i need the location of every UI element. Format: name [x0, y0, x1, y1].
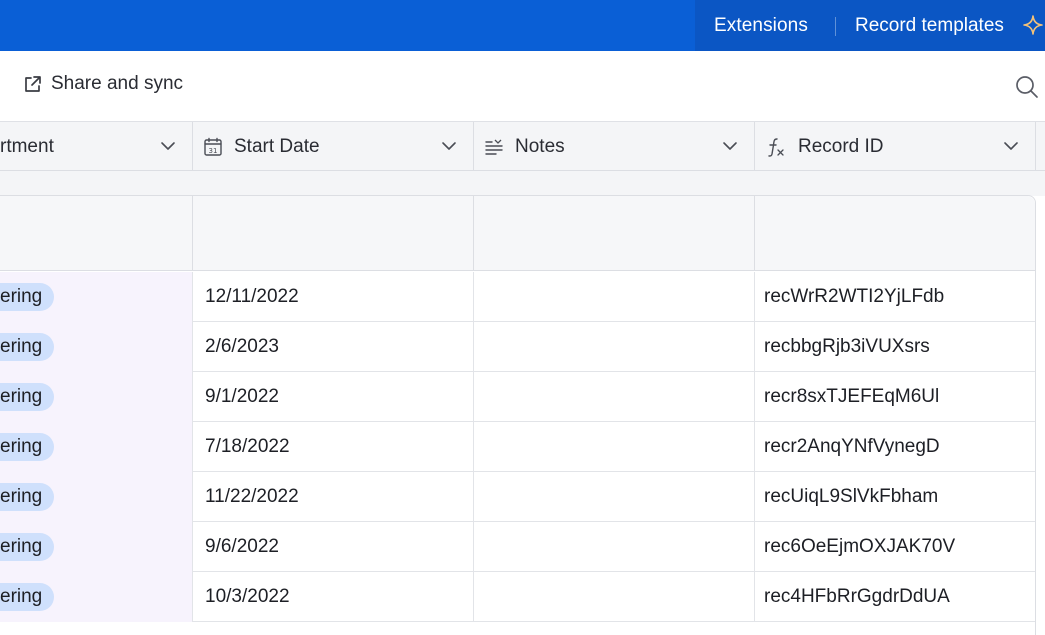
- notes-cell[interactable]: [474, 372, 755, 422]
- table-row[interactable]: ering 12/11/2022 recWrR2WTI2YjLFdb: [0, 272, 1035, 322]
- department-cell[interactable]: ering: [0, 472, 193, 522]
- notes-cell[interactable]: [474, 522, 755, 572]
- record-id-cell[interactable]: recbbgRjb3iVUXsrs: [755, 322, 1035, 372]
- share-and-sync-label: Share and sync: [51, 73, 184, 94]
- chevron-down-icon[interactable]: [722, 138, 738, 154]
- column-divider: [192, 196, 193, 271]
- column-header-label: Start Date: [234, 135, 320, 157]
- table-row[interactable]: ering 7/18/2022 recr2AnqYNfVynegD: [0, 422, 1035, 472]
- column-header-label: rtment: [0, 135, 54, 157]
- department-tag: ering: [0, 583, 55, 611]
- department-tag: ering: [0, 483, 55, 511]
- notes-cell[interactable]: [474, 272, 755, 322]
- column-header-label: Record ID: [798, 135, 884, 157]
- table-row[interactable]: ering 9/1/2022 recr8sxTJEFEqM6Ul: [0, 372, 1035, 422]
- search-icon[interactable]: [1015, 75, 1039, 99]
- start-date-cell[interactable]: 11/22/2022: [193, 472, 474, 522]
- calendar-icon: 31: [203, 137, 223, 157]
- record-templates-button[interactable]: Record templates: [855, 15, 1004, 37]
- formula-icon: [765, 136, 787, 158]
- start-date-cell[interactable]: 9/1/2022: [193, 372, 474, 422]
- column-header-department[interactable]: rtment: [0, 122, 193, 171]
- table-row[interactable]: ering 10/3/2022 rec4HFbRrGgdrDdUA: [0, 572, 1035, 622]
- record-id-cell[interactable]: recr8sxTJEFEqM6Ul: [755, 372, 1035, 422]
- record-id-cell[interactable]: rec4HFbRrGgdrDdUA: [755, 572, 1035, 622]
- notes-cell[interactable]: [474, 572, 755, 622]
- department-cell[interactable]: ering: [0, 522, 193, 572]
- column-header-row: rtment 31 Start Date Notes Record ID: [0, 122, 1045, 171]
- record-id-cell[interactable]: rec6OeEjmOXJAK70V: [755, 522, 1035, 572]
- svg-text:31: 31: [209, 147, 218, 155]
- group-header-row: [0, 196, 1035, 271]
- department-tag: ering: [0, 433, 55, 461]
- chevron-down-icon[interactable]: [441, 138, 457, 154]
- external-link-icon: [25, 75, 41, 92]
- department-cell[interactable]: ering: [0, 272, 193, 322]
- record-id-cell[interactable]: recUiqL9SlVkFbham: [755, 472, 1035, 522]
- column-header-record-id[interactable]: Record ID: [755, 122, 1036, 171]
- sparkle-icon[interactable]: [1022, 14, 1044, 36]
- share-and-sync-button[interactable]: Share and sync: [22, 73, 183, 95]
- notes-cell[interactable]: [474, 422, 755, 472]
- long-text-icon: [484, 137, 504, 157]
- column-divider: [473, 196, 474, 271]
- column-header-notes[interactable]: Notes: [474, 122, 755, 171]
- grid-gutter: [0, 171, 1045, 196]
- table-row[interactable]: ering 2/6/2023 recbbgRjb3iVUXsrs: [0, 322, 1035, 372]
- start-date-cell[interactable]: 9/6/2022: [193, 522, 474, 572]
- extensions-button[interactable]: Extensions: [714, 15, 808, 37]
- record-id-cell[interactable]: recr2AnqYNfVynegD: [755, 422, 1035, 472]
- department-tag: ering: [0, 283, 55, 311]
- department-cell[interactable]: ering: [0, 572, 193, 622]
- top-bar: Extensions Record templates: [0, 0, 1045, 51]
- column-header-label: Notes: [515, 135, 565, 157]
- department-tag: ering: [0, 333, 55, 361]
- chevron-down-icon[interactable]: [160, 138, 176, 154]
- table-row[interactable]: ering 9/6/2022 rec6OeEjmOXJAK70V: [0, 522, 1035, 572]
- table-row[interactable]: ering 11/22/2022 recUiqL9SlVkFbham: [0, 472, 1035, 522]
- notes-cell[interactable]: [474, 322, 755, 372]
- start-date-cell[interactable]: 12/11/2022: [193, 272, 474, 322]
- notes-cell[interactable]: [474, 472, 755, 522]
- chevron-down-icon[interactable]: [1003, 138, 1019, 154]
- department-tag: ering: [0, 533, 55, 561]
- department-cell[interactable]: ering: [0, 422, 193, 472]
- department-tag: ering: [0, 383, 55, 411]
- record-id-cell[interactable]: recWrR2WTI2YjLFdb: [755, 272, 1035, 322]
- department-cell[interactable]: ering: [0, 322, 193, 372]
- column-header-start-date[interactable]: 31 Start Date: [193, 122, 474, 171]
- department-cell[interactable]: ering: [0, 372, 193, 422]
- divider: [835, 17, 836, 36]
- start-date-cell[interactable]: 10/3/2022: [193, 572, 474, 622]
- start-date-cell[interactable]: 2/6/2023: [193, 322, 474, 372]
- column-divider: [754, 196, 755, 271]
- start-date-cell[interactable]: 7/18/2022: [193, 422, 474, 472]
